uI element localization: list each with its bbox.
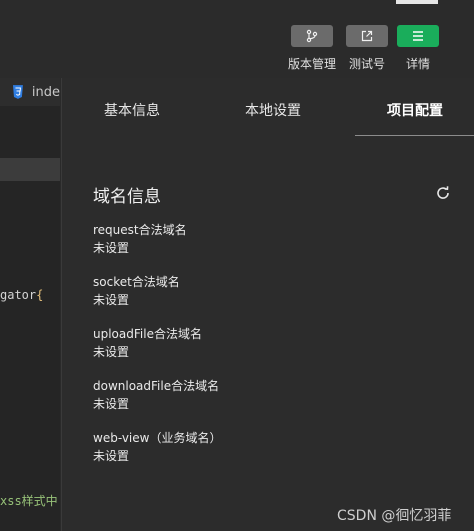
downloadfile-domain-value: 未设置 bbox=[93, 397, 130, 411]
external-link-icon bbox=[361, 30, 373, 42]
section-title: 域名信息 bbox=[93, 187, 161, 207]
version-control-label: 版本管理 bbox=[287, 57, 336, 71]
code-brace: { bbox=[36, 288, 44, 302]
request-domain-label: request合法域名 bbox=[93, 223, 187, 237]
version-control-button[interactable] bbox=[291, 25, 333, 47]
refresh-icon[interactable] bbox=[434, 184, 452, 202]
panel-tabs: 基本信息 本地设置 项目配置 bbox=[62, 78, 474, 136]
active-tab-indicator bbox=[355, 135, 474, 136]
tab-project-config[interactable]: 项目配置 bbox=[387, 100, 443, 120]
downloadfile-domain-label: downloadFile合法域名 bbox=[93, 379, 220, 393]
tab-local-settings[interactable]: 本地设置 bbox=[245, 100, 301, 120]
current-line-highlight bbox=[0, 158, 60, 181]
branch-icon bbox=[306, 29, 318, 43]
tab-basic-info[interactable]: 基本信息 bbox=[104, 100, 160, 120]
top-toolbar: 版本管理 测试号 详情 bbox=[0, 0, 474, 78]
socket-domain-label: socket合法域名 bbox=[93, 275, 180, 289]
code-editor[interactable]: inde gator{ xss样式中 bbox=[0, 78, 60, 531]
socket-domain-value: 未设置 bbox=[93, 293, 130, 307]
code-line: gator{ bbox=[0, 288, 43, 302]
file-tab-label: inde bbox=[31, 84, 60, 100]
watermark: CSDN @徊忆羽菲 bbox=[337, 508, 452, 524]
uploadfile-domain-label: uploadFile合法域名 bbox=[93, 327, 202, 341]
menu-icon bbox=[413, 31, 423, 41]
details-label: 详情 bbox=[405, 57, 430, 71]
window-edge bbox=[396, 0, 438, 4]
test-account-button[interactable] bbox=[346, 25, 388, 47]
code-selector: gator bbox=[0, 288, 37, 302]
details-button[interactable] bbox=[397, 25, 439, 47]
uploadfile-domain-value: 未设置 bbox=[93, 345, 130, 359]
webview-domain-label: web-view（业务域名） bbox=[93, 431, 222, 445]
request-domain-value: 未设置 bbox=[93, 241, 130, 255]
editor-file-tab[interactable]: inde bbox=[0, 78, 60, 106]
settings-panel: 基本信息 本地设置 项目配置 域名信息 request合法域名 未设置 sock… bbox=[61, 78, 474, 531]
webview-domain-value: 未设置 bbox=[93, 449, 130, 463]
css3-file-icon bbox=[12, 85, 23, 99]
code-comment: xss样式中 bbox=[0, 494, 58, 508]
